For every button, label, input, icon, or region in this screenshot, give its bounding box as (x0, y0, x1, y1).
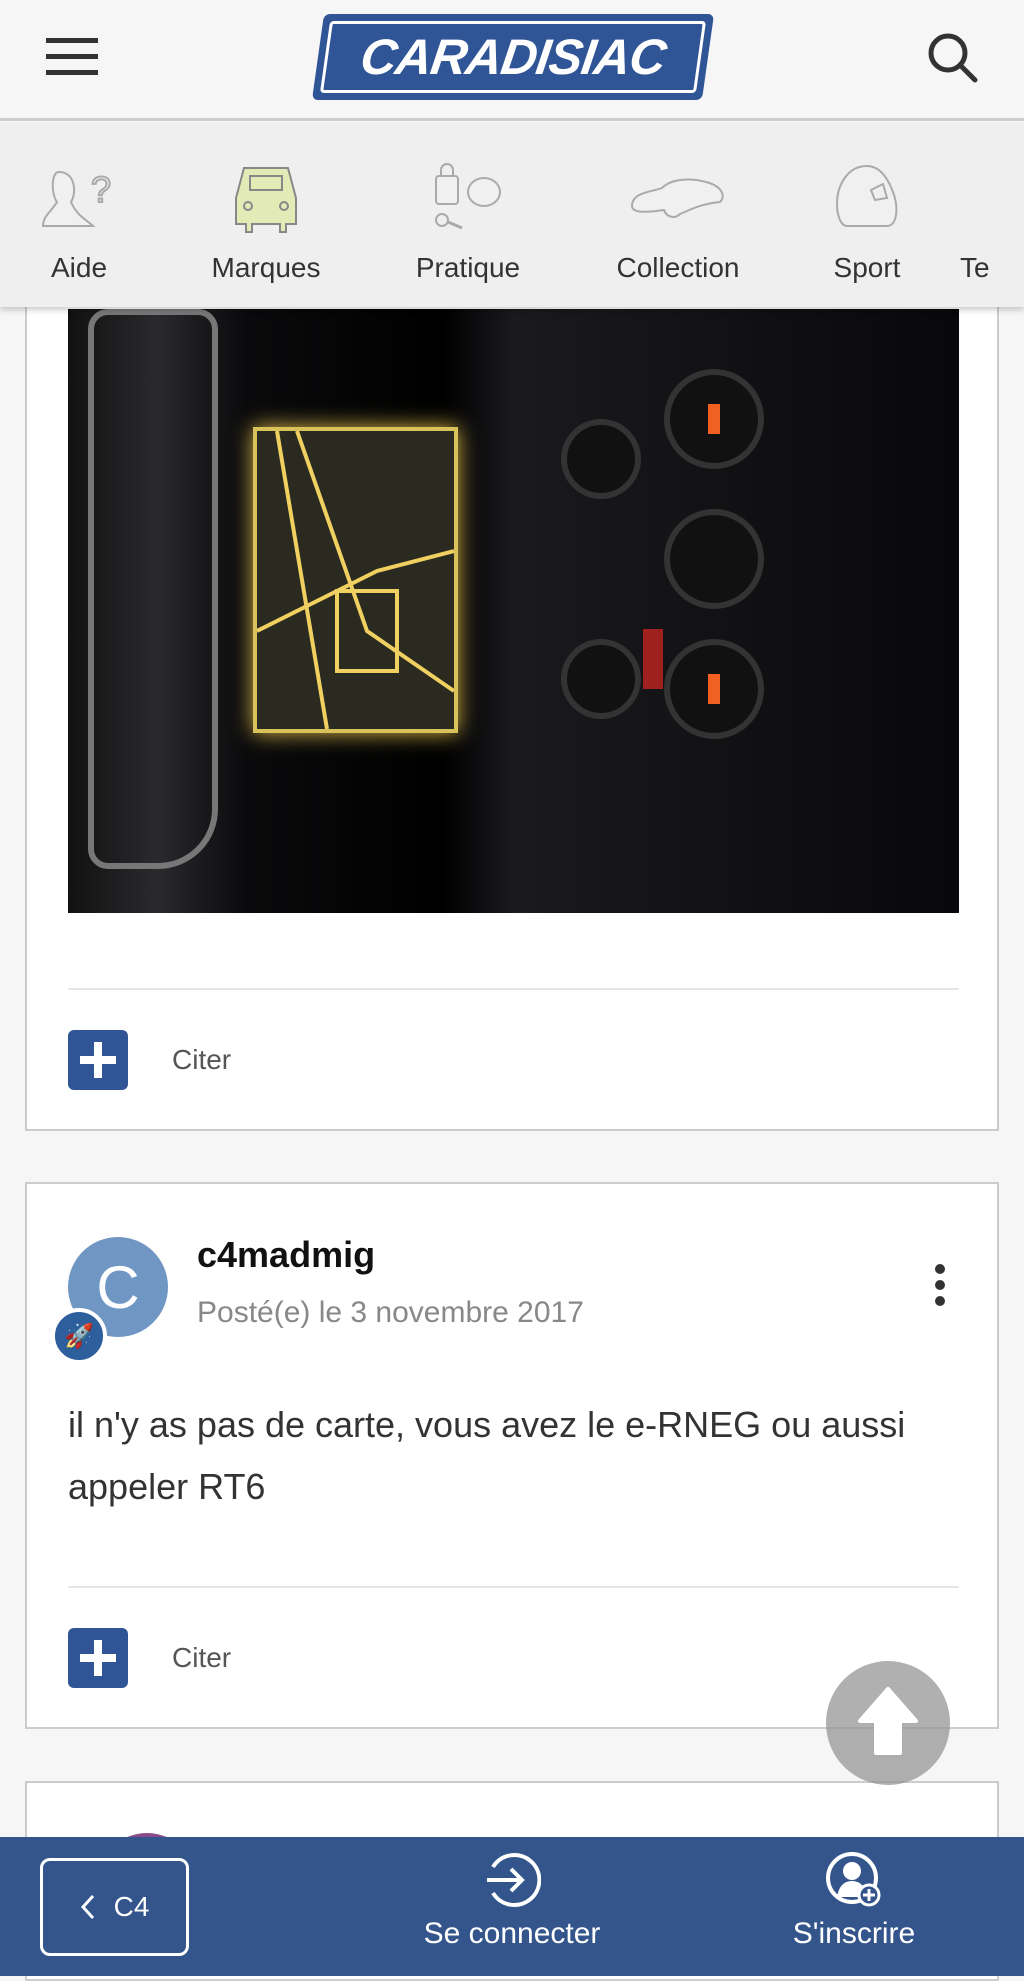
hamburger-icon[interactable] (46, 38, 98, 76)
bottom-bar: C4 Se connecter S'inscrire (0, 1837, 1024, 1976)
back-button[interactable]: C4 (40, 1858, 189, 1956)
nav-item-pratique[interactable]: Pratique (393, 162, 543, 284)
rocket-badge-icon: 🚀 (51, 1308, 107, 1364)
nav-screen (253, 427, 458, 733)
nav-item-sport[interactable]: Sport (792, 162, 942, 284)
arrow-up-icon (858, 1687, 918, 1755)
classic-car-icon (630, 178, 724, 218)
nav-item-aide[interactable]: ? Aide (4, 162, 154, 284)
category-nav: ? Aide Marques Pratique Collection Sport… (0, 124, 1024, 307)
help-person-icon: ? (41, 168, 112, 227)
post-author[interactable]: c4madmig (197, 1234, 375, 1276)
nav-item-marques[interactable]: Marques (191, 162, 341, 284)
login-button[interactable]: Se connecter (402, 1851, 622, 1951)
post-image[interactable] (68, 309, 959, 913)
lock-key-chat-icon (435, 163, 501, 230)
svg-text:?: ? (91, 169, 111, 210)
quote-button[interactable]: Citer (172, 1642, 231, 1674)
nav-item-collection[interactable]: Collection (603, 162, 753, 284)
helmet-icon (835, 164, 898, 227)
header: CARADISIAC (0, 0, 1024, 121)
more-options-icon[interactable] (935, 1264, 947, 1312)
nav-item-more[interactable]: Te (960, 162, 1024, 284)
search-icon[interactable] (925, 30, 981, 86)
chevron-left-icon (80, 1894, 94, 1920)
logo[interactable]: CARADISIAC (311, 14, 715, 100)
quote-plus-icon[interactable] (68, 1030, 128, 1090)
add-user-icon (826, 1852, 881, 1907)
car-icon (235, 167, 297, 233)
quote-plus-icon[interactable] (68, 1628, 128, 1688)
quote-button[interactable]: Citer (172, 1044, 231, 1076)
post-body: il n'y as pas de carte, vous avez le e-R… (68, 1404, 906, 1507)
post-card: Citer (25, 260, 999, 1131)
register-button[interactable]: S'inscrire (744, 1851, 964, 1951)
login-icon (487, 1853, 541, 1907)
scroll-to-top-button[interactable] (826, 1661, 950, 1785)
post-date: Posté(e) le 3 novembre 2017 (197, 1296, 584, 1329)
post-card: C 🚀 c4madmig Posté(e) le 3 novembre 2017… (25, 1182, 999, 1729)
